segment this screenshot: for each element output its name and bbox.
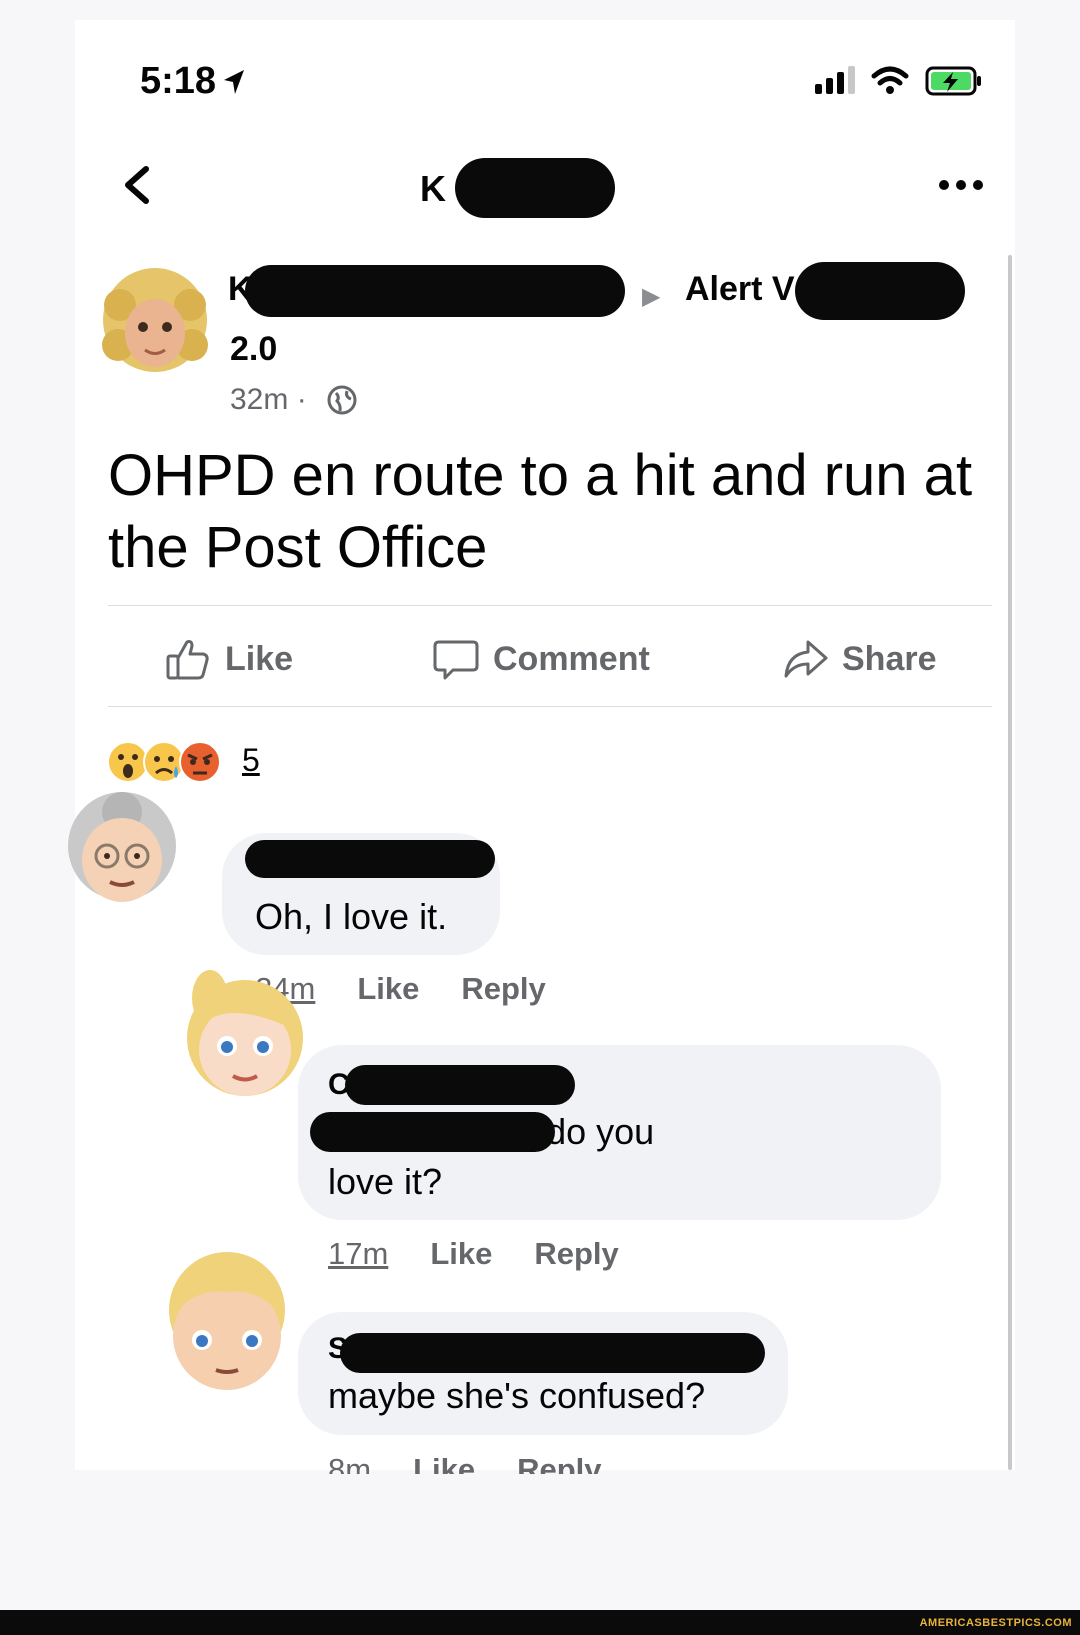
status-time: 5:18 xyxy=(140,60,217,102)
post-time: 32m · xyxy=(230,383,307,416)
comment-3-like[interactable]: Like xyxy=(413,1452,475,1474)
reaction-count[interactable]: 5 xyxy=(242,742,260,779)
comment-1-text: Oh, I love it. xyxy=(255,896,448,937)
back-chevron-icon[interactable] xyxy=(118,165,158,205)
redaction-commenter-2 xyxy=(345,1065,575,1105)
comment-3-reply[interactable]: Reply xyxy=(517,1452,601,1474)
comment-1-like[interactable]: Like xyxy=(357,971,419,1006)
sad-reaction-icon xyxy=(143,741,185,783)
comment-3-time[interactable]: 8m xyxy=(328,1452,371,1474)
comment-3-meta: 8m Like Reply xyxy=(328,1452,602,1474)
post-body: OHPD en route to a hit and run at the Po… xyxy=(108,443,973,580)
redaction-commenter-1 xyxy=(245,840,495,878)
watermark-bar xyxy=(0,1610,1080,1635)
blonde-boy-emoji-icon xyxy=(169,1252,285,1390)
speech-bubble-icon xyxy=(433,640,479,680)
share-label: Share xyxy=(842,639,937,678)
globe-icon xyxy=(327,385,357,415)
share-arrow-icon xyxy=(784,640,828,678)
commenter-1-avatar[interactable] xyxy=(62,790,182,910)
comment-2-line2: love it? xyxy=(328,1161,443,1202)
reactions-summary[interactable] xyxy=(106,740,236,784)
divider-top xyxy=(108,605,992,606)
watermark-text: AMERICASBESTPICS.COM xyxy=(919,1617,1072,1629)
commenter-3-avatar[interactable] xyxy=(152,1248,302,1398)
redaction-mention xyxy=(310,1112,555,1152)
curly-hair-woman-emoji-icon xyxy=(102,268,208,372)
share-button[interactable]: Share xyxy=(782,636,937,682)
wifi-icon xyxy=(871,66,909,94)
divider-bottom xyxy=(108,706,992,707)
comment-button[interactable]: Comment xyxy=(433,636,650,682)
comment-2-like[interactable]: Like xyxy=(430,1236,492,1271)
grandma-emoji-icon xyxy=(68,792,176,902)
battery-icon xyxy=(925,66,981,96)
bottom-area xyxy=(0,1470,1080,1610)
location-icon xyxy=(224,70,244,94)
comment-2-meta: 17m Like Reply xyxy=(328,1236,619,1272)
group-name[interactable]: Alert V xyxy=(685,270,795,309)
redaction-author xyxy=(245,265,625,317)
wow-reaction-icon xyxy=(107,741,149,783)
angry-reaction-icon xyxy=(179,741,221,783)
shared-to-arrow-icon: ▶ xyxy=(642,283,661,310)
comment-2-time[interactable]: 17m xyxy=(328,1236,388,1271)
redaction-title xyxy=(455,158,615,218)
author-avatar[interactable] xyxy=(100,265,210,385)
group-name-line2: 2.0 xyxy=(230,330,278,368)
comment-label: Comment xyxy=(493,639,650,678)
scrollbar[interactable] xyxy=(1008,255,1012,1470)
like-label: Like xyxy=(225,639,294,678)
comment-1-reply[interactable]: Reply xyxy=(461,971,545,1006)
more-options-icon[interactable] xyxy=(938,178,984,192)
redaction-commenter-3 xyxy=(340,1333,765,1373)
comment-3-text: maybe she's confused? xyxy=(328,1375,706,1416)
commenter-2-avatar[interactable] xyxy=(165,968,315,1108)
thumbs-up-icon xyxy=(166,640,209,680)
blonde-ponytail-woman-emoji-icon xyxy=(187,970,303,1096)
like-button[interactable]: Like xyxy=(165,636,293,682)
comment-2-reply[interactable]: Reply xyxy=(534,1236,618,1271)
redaction-group xyxy=(795,262,965,320)
